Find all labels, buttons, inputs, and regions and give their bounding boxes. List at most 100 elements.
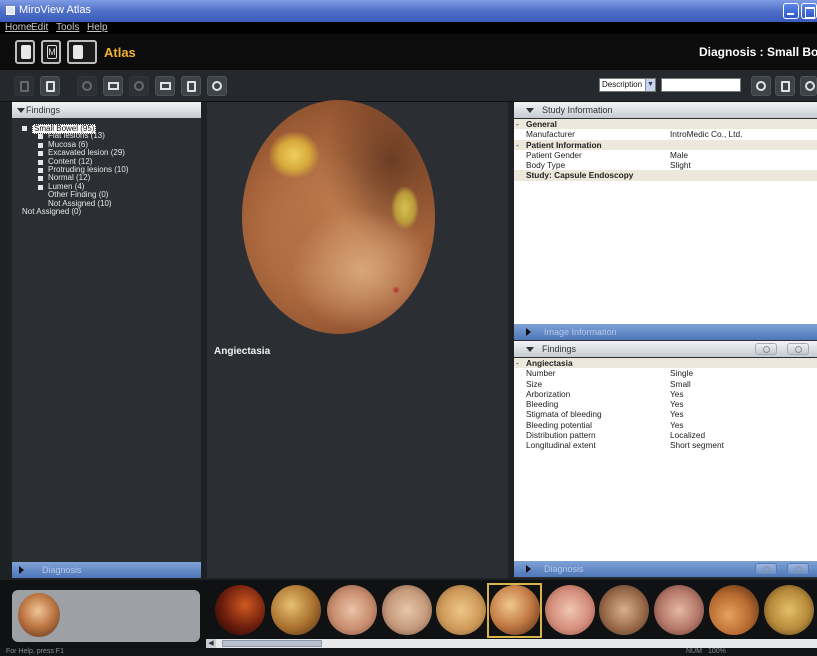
filmstrip-thumbnail[interactable] <box>599 585 649 635</box>
add-diagnosis-button[interactable] <box>755 563 777 575</box>
edit-icon <box>82 81 92 91</box>
status-help-text: For Help, press F1 <box>6 648 64 655</box>
search-field-select[interactable]: Description ▼ <box>599 78 656 92</box>
filmstrip-thumbnail[interactable] <box>654 585 704 635</box>
filmstrip-thumbnail[interactable] <box>382 585 432 635</box>
new-document-button[interactable] <box>14 76 34 96</box>
add-finding-button[interactable] <box>755 343 777 355</box>
collapse-category-icon[interactable]: - <box>516 119 519 129</box>
property-category[interactable]: - General <box>514 119 817 130</box>
expand-node-icon[interactable] <box>38 167 43 173</box>
minimize-button[interactable] <box>783 3 799 19</box>
report-button[interactable] <box>181 76 201 96</box>
export-icon <box>781 81 790 92</box>
property-row[interactable]: Number Single <box>514 368 817 378</box>
property-row[interactable]: Bleeding Yes <box>514 399 817 409</box>
zoom-button[interactable] <box>129 76 149 96</box>
property-key: Arborization <box>526 388 571 399</box>
tree-item-label: Not Assigned (0) <box>22 206 82 216</box>
property-key: Bleeding <box>526 399 559 410</box>
property-row[interactable]: Distribution pattern Localized <box>514 430 817 440</box>
current-image-thumbnail[interactable] <box>12 590 200 642</box>
scroll-left-icon[interactable]: ◀ <box>206 639 216 648</box>
filmstrip-scrollbar[interactable]: ◀ <box>206 639 817 648</box>
diagnosis-detail-toggle[interactable]: Diagnosis <box>514 561 817 577</box>
property-key: Manufacturer <box>526 129 575 140</box>
property-key: General <box>526 119 557 129</box>
open-document-button[interactable] <box>40 76 60 96</box>
collapse-category-icon[interactable]: - <box>516 140 519 150</box>
property-row[interactable]: Body Type Slight <box>514 160 817 170</box>
settings-button[interactable] <box>800 76 817 96</box>
property-value: Male <box>670 149 688 160</box>
expand-node-icon[interactable] <box>38 184 43 190</box>
filmstrip-thumbnail[interactable] <box>327 585 377 635</box>
capsule-icon <box>21 45 31 59</box>
property-row[interactable]: Size Small <box>514 379 817 389</box>
property-key: Stigmata of bleeding <box>526 409 602 420</box>
edit-button[interactable] <box>77 76 97 96</box>
scrollbar-thumb[interactable] <box>222 640 322 647</box>
remove-finding-button[interactable] <box>787 343 809 355</box>
print-button[interactable] <box>155 76 175 96</box>
current-image-preview <box>18 593 60 637</box>
menu-edit[interactable]: Edit <box>31 22 48 34</box>
search-button[interactable] <box>751 76 771 96</box>
image-info-toggle[interactable]: Image Information <box>514 324 817 340</box>
property-category[interactable]: Study: Capsule Endoscopy <box>514 170 817 181</box>
status-bar: For Help, press F1 NUM 100% <box>0 648 817 656</box>
property-key: Patient Gender <box>526 149 582 160</box>
remove-diagnosis-button[interactable] <box>787 563 809 575</box>
diagnosis-pane-toggle[interactable]: Diagnosis <box>12 562 201 578</box>
m-icon: M <box>47 45 57 59</box>
chevron-down-icon: ▼ <box>645 79 655 91</box>
findings-detail-header[interactable]: Findings <box>514 341 817 357</box>
endoscopy-image[interactable] <box>242 100 435 334</box>
filmstrip-thumbnail[interactable] <box>271 585 321 635</box>
property-value: Short segment <box>670 440 724 451</box>
property-row[interactable]: Stigmata of bleeding Yes <box>514 409 817 419</box>
property-value: Slight <box>670 160 691 171</box>
expand-node-icon[interactable] <box>38 159 43 165</box>
property-row[interactable]: Arborization Yes <box>514 389 817 399</box>
capsule-mode-button[interactable] <box>15 40 35 64</box>
property-row[interactable]: Patient Gender Male <box>514 150 817 160</box>
export-button[interactable] <box>775 76 795 96</box>
menu-tools[interactable]: Tools <box>56 22 79 34</box>
pointer-button[interactable] <box>207 76 227 96</box>
property-value: Small <box>670 378 691 389</box>
search-input[interactable] <box>661 78 741 92</box>
menu-home[interactable]: Home <box>5 22 32 34</box>
findings-pane-header[interactable]: Findings <box>12 102 201 118</box>
expand-node-icon[interactable] <box>38 142 43 148</box>
property-category[interactable]: - Angiectasia <box>514 358 817 369</box>
search-icon <box>756 81 766 91</box>
property-row[interactable]: Longitudinal extent Short segment <box>514 440 817 450</box>
atlas-mode-button[interactable] <box>67 40 97 64</box>
expand-node-icon[interactable] <box>38 176 43 182</box>
expand-node-icon[interactable] <box>38 151 43 157</box>
property-value: Single <box>670 368 694 379</box>
thumbnail-filmstrip <box>0 580 817 648</box>
memo-mode-button[interactable]: M <box>41 40 61 64</box>
filmstrip-thumbnail[interactable] <box>436 585 486 635</box>
property-row[interactable]: Manufacturer IntroMedic Co., Ltd. <box>514 129 817 139</box>
property-category[interactable]: - Patient Information <box>514 139 817 150</box>
maximize-button[interactable] <box>801 3 817 19</box>
filmstrip-thumbnail[interactable] <box>215 585 265 635</box>
filmstrip-thumbnail[interactable] <box>764 585 814 635</box>
expand-node-icon[interactable] <box>38 134 43 140</box>
document-icon <box>20 81 29 92</box>
property-row[interactable]: Bleeding potential Yes <box>514 420 817 430</box>
study-info-header[interactable]: Study Information <box>514 102 817 118</box>
collapse-category-icon[interactable]: - <box>516 358 519 368</box>
filmstrip-thumbnail[interactable] <box>545 585 595 635</box>
mail-button[interactable] <box>103 76 123 96</box>
title-bar: MiroView Atlas <box>0 0 817 22</box>
search-field-select-value: Description <box>602 80 643 89</box>
property-key: Size <box>526 378 543 389</box>
filmstrip-thumbnail[interactable] <box>709 585 759 635</box>
expand-node-icon[interactable] <box>22 126 27 131</box>
property-key: Bleeding potential <box>526 419 592 430</box>
menu-help[interactable]: Help <box>87 22 108 34</box>
